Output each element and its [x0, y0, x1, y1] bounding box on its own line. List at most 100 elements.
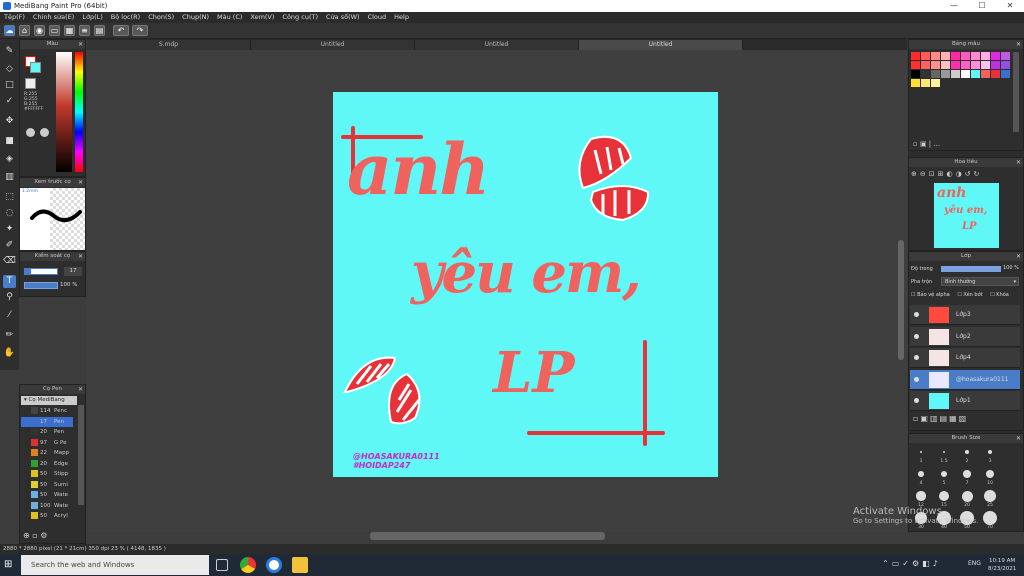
- palette-swatch[interactable]: [971, 70, 980, 78]
- magic-wand-icon[interactable]: ✦: [3, 223, 16, 236]
- brush-size-dot[interactable]: [963, 470, 971, 478]
- system-tray-icons[interactable]: ⌃▭✓⚙◧♪: [882, 559, 941, 568]
- redo-icon[interactable]: ↷: [132, 25, 148, 36]
- palette-swatch[interactable]: [911, 61, 920, 69]
- eyedropper-circle-icon[interactable]: [26, 128, 35, 137]
- brush-size-dot[interactable]: [916, 491, 926, 501]
- transparent-swatch[interactable]: [25, 78, 36, 89]
- rect-tool-icon[interactable]: ■: [3, 135, 16, 148]
- menu-layer[interactable]: Lớp(L): [78, 12, 106, 23]
- menu-window[interactable]: Cửa số(W): [322, 12, 364, 23]
- clock[interactable]: 10:19 AM 8/23/2021: [988, 557, 1016, 573]
- layer-row[interactable]: Lớp3: [910, 305, 1020, 325]
- palette-swatch[interactable]: [991, 61, 1000, 69]
- gradient-tool-icon[interactable]: ▥: [3, 171, 16, 184]
- task-view-icon[interactable]: [216, 559, 228, 571]
- chrome-icon[interactable]: [240, 557, 256, 573]
- ruler-icon[interactable]: ✏: [3, 329, 16, 342]
- file-explorer-icon[interactable]: [292, 557, 308, 573]
- minimize-button[interactable]: —: [944, 0, 964, 12]
- brush-list-item[interactable]: 100 Wate: [21, 501, 73, 511]
- menu-cloud[interactable]: Cloud: [364, 12, 391, 23]
- chat-icon[interactable]: ◉: [34, 25, 45, 36]
- palette-swatch[interactable]: [991, 52, 1000, 60]
- brush-size-dot[interactable]: [942, 450, 946, 454]
- select-tool-icon[interactable]: ⬚: [3, 191, 16, 204]
- palette-swatch[interactable]: [931, 61, 940, 69]
- layer-row[interactable]: Lớp2: [910, 326, 1020, 347]
- menu-tools[interactable]: Công cụ(T): [278, 12, 322, 23]
- eraser-tool-icon[interactable]: ◇: [3, 63, 16, 76]
- palette-swatch[interactable]: [961, 52, 970, 60]
- palette-swatch[interactable]: [941, 70, 950, 78]
- fill-tool-icon[interactable]: ◈: [3, 153, 16, 166]
- palette-swatch[interactable]: [921, 61, 930, 69]
- brush-list-item[interactable]: 20 Pen: [21, 427, 73, 437]
- secondary-color-swatch[interactable]: [30, 62, 41, 73]
- brush-size-dot[interactable]: [987, 449, 993, 455]
- undo-icon[interactable]: ↶: [113, 25, 129, 36]
- brush-size-dot[interactable]: [940, 470, 948, 478]
- menu-help[interactable]: Help: [390, 12, 413, 23]
- eye-icon[interactable]: [914, 376, 919, 382]
- close-icon[interactable]: ✕: [1016, 40, 1021, 49]
- palette-swatch[interactable]: [911, 70, 920, 78]
- palette-swatch[interactable]: [961, 70, 970, 78]
- eyedropper-icon[interactable]: ⁄: [3, 309, 16, 322]
- brush-list-scrollbar[interactable]: [78, 405, 84, 505]
- brush-group[interactable]: ▾ Cọ MediBang: [21, 396, 77, 405]
- palette-swatch[interactable]: [971, 61, 980, 69]
- brush-list-item[interactable]: 114 Penc: [21, 406, 73, 416]
- navigator-thumbnail[interactable]: anh yêu em, LP: [934, 183, 999, 248]
- panel-icon[interactable]: ▤: [94, 25, 105, 36]
- move-tool-icon[interactable]: ✥: [3, 115, 16, 128]
- palette-swatch[interactable]: [931, 52, 940, 60]
- layer-row[interactable]: Lớp4: [910, 348, 1020, 368]
- lasso-tool-icon[interactable]: ◌: [3, 207, 16, 220]
- close-icon[interactable]: ✕: [78, 40, 83, 49]
- palette-swatch[interactable]: [961, 61, 970, 69]
- palette-swatch[interactable]: [931, 79, 940, 87]
- window-icon[interactable]: ▭: [49, 25, 60, 36]
- menu-file[interactable]: Tệp(F): [0, 12, 29, 23]
- clipping-checkbox[interactable]: ☐ Xén bớt: [957, 292, 982, 298]
- palette-swatch[interactable]: [951, 70, 960, 78]
- menu-edit[interactable]: Chỉnh sửa(E): [29, 12, 78, 23]
- palette-swatch[interactable]: [981, 61, 990, 69]
- palette-swatch[interactable]: [911, 79, 920, 87]
- palette-swatch[interactable]: [991, 70, 1000, 78]
- menu-view[interactable]: Xem(V): [246, 12, 278, 23]
- palette-swatch[interactable]: [941, 52, 950, 60]
- layer-opacity-slider[interactable]: [941, 266, 1001, 272]
- brush-size-dot[interactable]: [983, 511, 997, 525]
- close-icon[interactable]: ✕: [1016, 158, 1021, 167]
- color-circle-icon[interactable]: [40, 128, 49, 137]
- saturation-box[interactable]: [56, 52, 72, 172]
- select-eraser-icon[interactable]: ⌫: [3, 255, 16, 268]
- horizontal-scrollbar[interactable]: [370, 532, 605, 540]
- palette-swatch[interactable]: [981, 70, 990, 78]
- brush-size-dot[interactable]: [920, 451, 922, 453]
- palette-swatch[interactable]: [971, 52, 980, 60]
- blend-select[interactable]: Bình thường ▾: [941, 277, 1019, 286]
- brush-size-dot[interactable]: [984, 490, 996, 502]
- hand-tool-icon[interactable]: ✋: [3, 347, 16, 360]
- hue-slider[interactable]: [75, 52, 83, 172]
- palette-swatch[interactable]: [951, 52, 960, 60]
- palette-swatch[interactable]: [921, 79, 930, 87]
- navigator-zoom-icons[interactable]: ⊕⊖⊡⊞◐◑↺↻: [911, 170, 982, 178]
- tab-untitled-3[interactable]: Untitled: [579, 40, 743, 50]
- windows-start-icon[interactable]: ⊞: [4, 559, 15, 570]
- menu-select[interactable]: Chọn(S): [144, 12, 178, 23]
- palette-swatch[interactable]: [931, 70, 940, 78]
- size-value[interactable]: 17: [64, 267, 82, 276]
- close-icon[interactable]: ✕: [1016, 252, 1021, 261]
- select-pen-icon[interactable]: ✐: [3, 239, 16, 252]
- eye-icon[interactable]: [914, 333, 919, 339]
- add-brush-icon[interactable]: ⊕ ▫ ⚙: [23, 531, 47, 540]
- maximize-button[interactable]: ☐: [972, 0, 992, 12]
- brush-list-item[interactable]: 17 Pen: [21, 416, 73, 427]
- close-icon[interactable]: ✕: [78, 385, 83, 394]
- brush-size-dot[interactable]: [961, 490, 973, 502]
- protect-alpha-checkbox[interactable]: ☐ Bảo vệ alpha: [911, 292, 950, 298]
